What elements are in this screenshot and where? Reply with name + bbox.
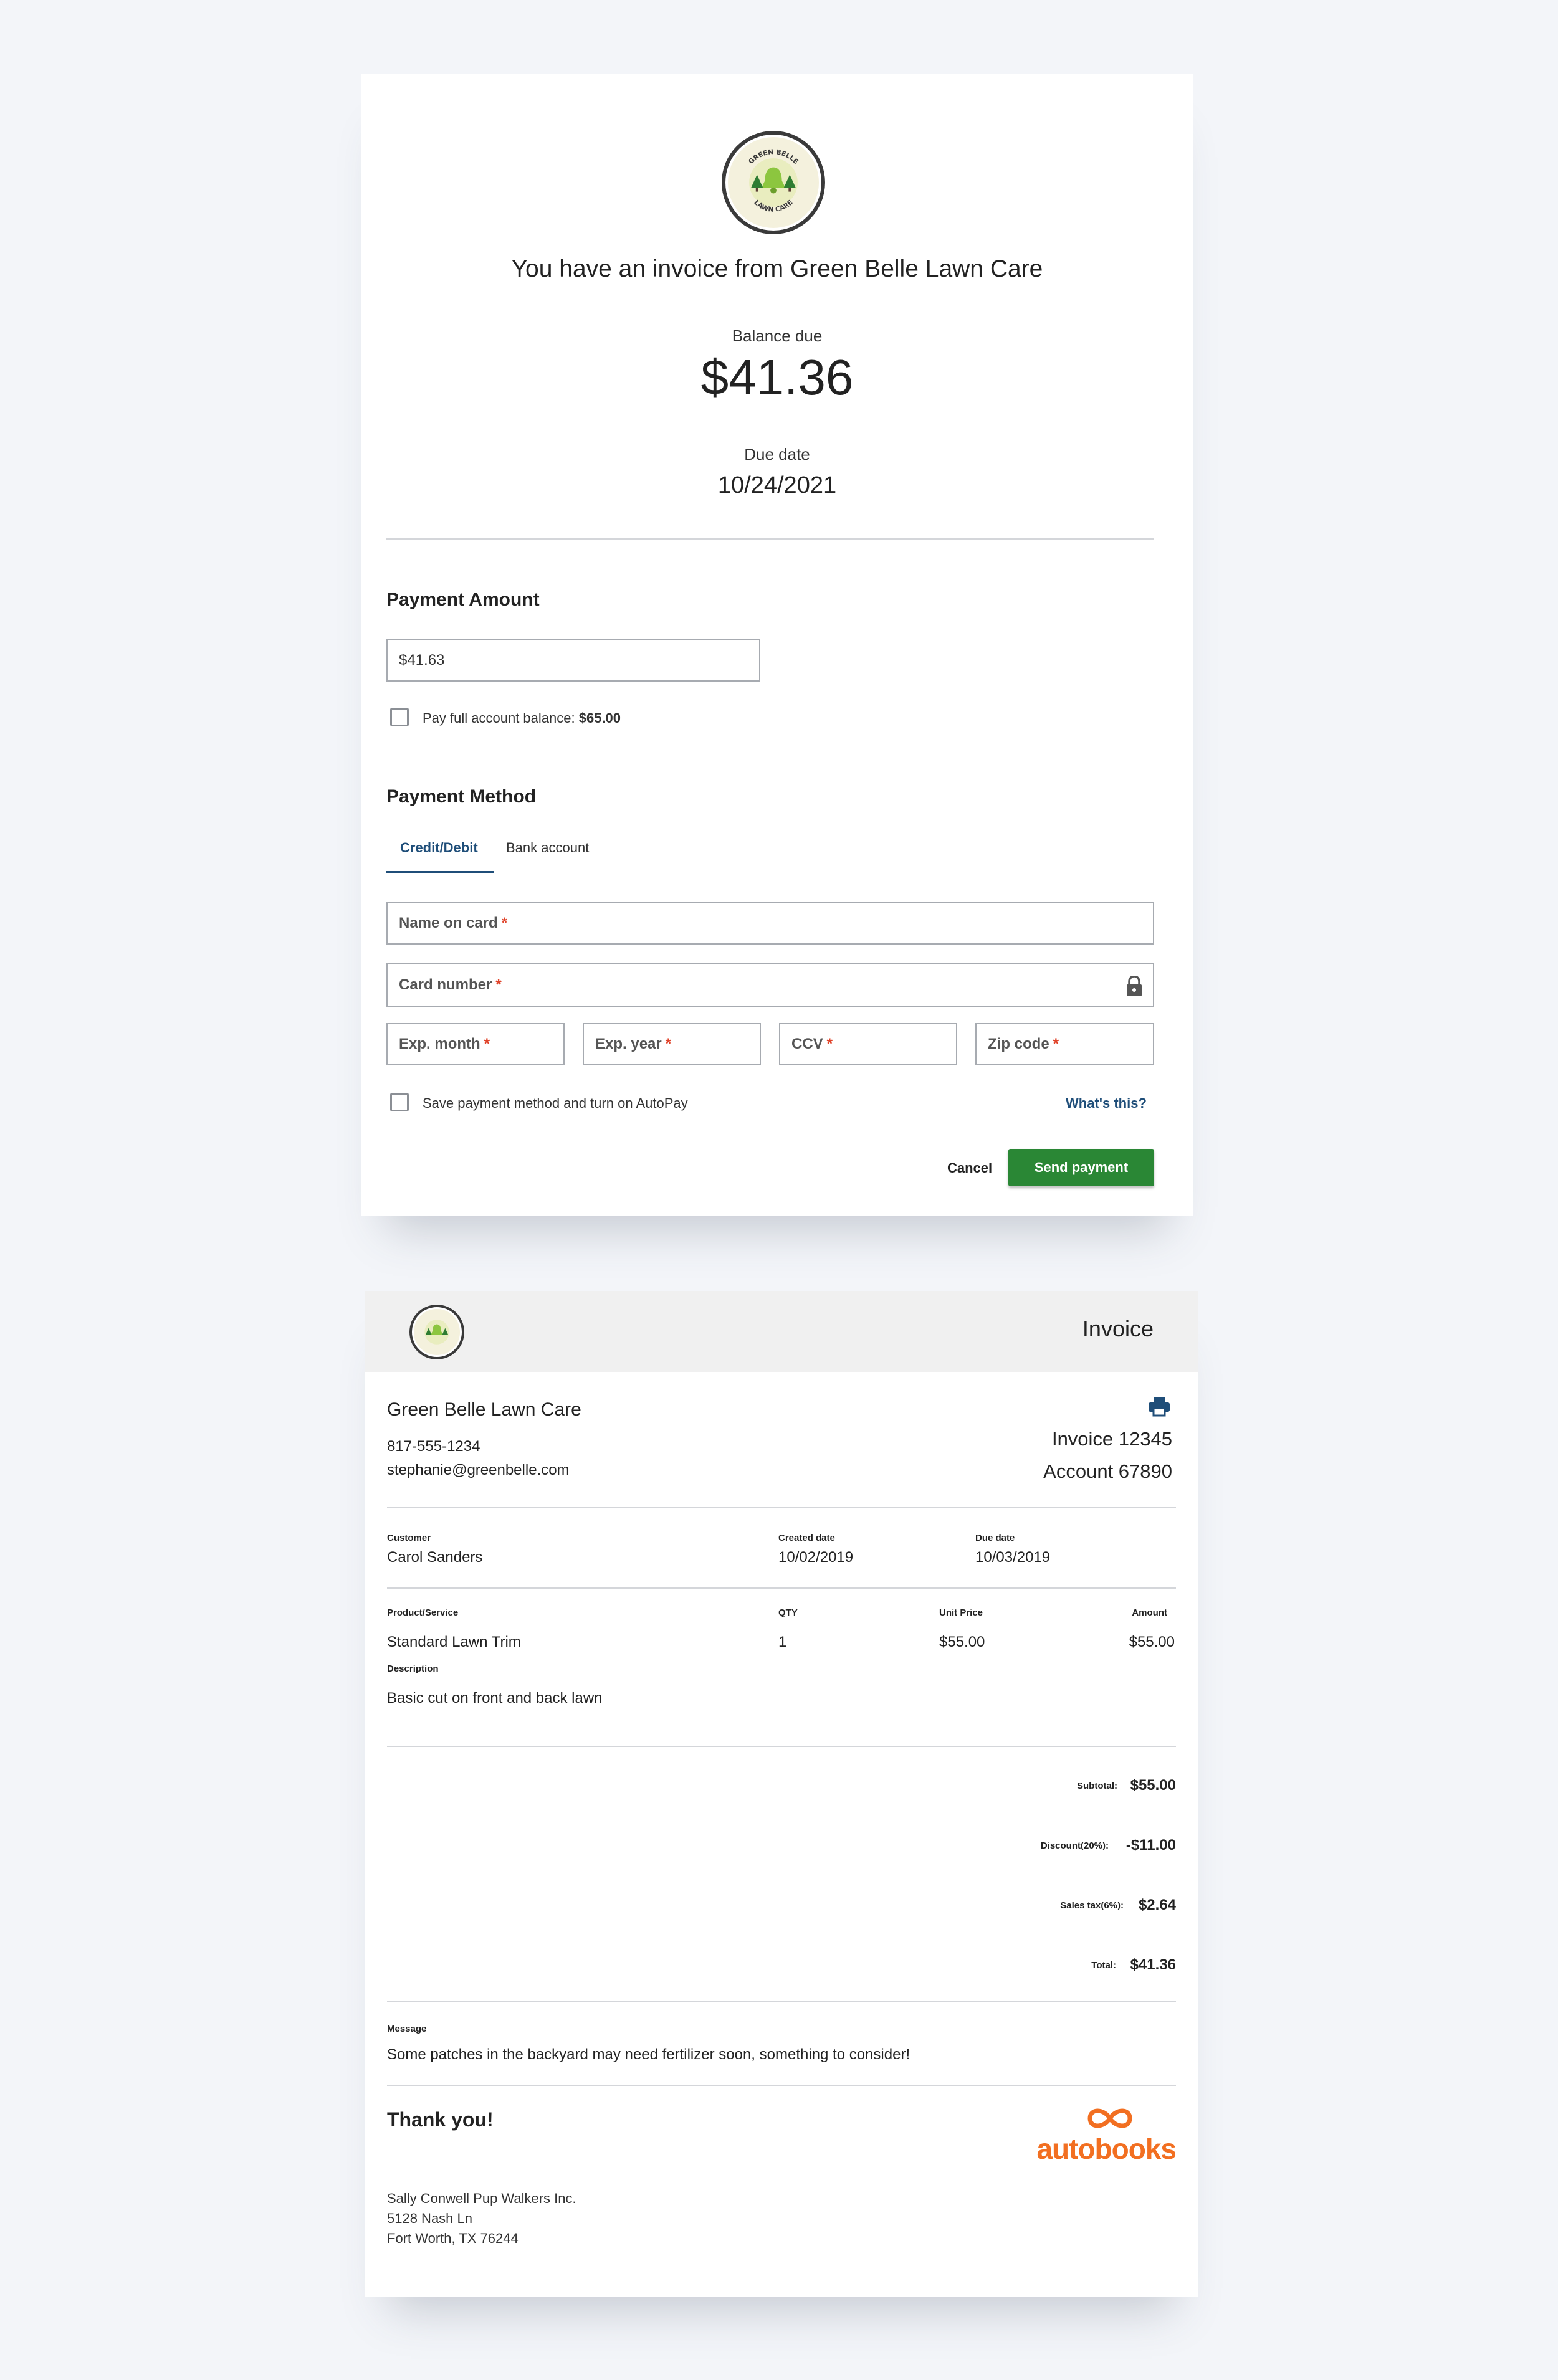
company-logo: GREEN BELLE LAWN CARE bbox=[722, 131, 825, 234]
pay-full-balance-text: Pay full account balance: bbox=[423, 710, 575, 726]
divider bbox=[387, 1587, 1176, 1589]
tab-credit-debit[interactable]: Credit/Debit bbox=[400, 840, 478, 856]
sales-tax-label: Sales tax(6%): bbox=[1060, 1900, 1124, 1911]
total-value: $41.36 bbox=[1130, 1956, 1176, 1973]
unit-price-header: Unit Price bbox=[939, 1607, 983, 1618]
exp-year-label: Exp. year bbox=[595, 1035, 662, 1052]
balance-value: $41.36 bbox=[700, 350, 854, 405]
ccv-label: CCV bbox=[791, 1035, 823, 1052]
company-name: Green Belle Lawn Care bbox=[387, 1399, 581, 1420]
subtotal-value: $55.00 bbox=[1130, 1777, 1176, 1794]
bell-logo-icon bbox=[424, 1320, 449, 1345]
invoice-title: Invoice bbox=[1082, 1316, 1154, 1341]
invoice-header: Invoice bbox=[365, 1291, 1198, 1372]
company-phone: 817-555-1234 bbox=[387, 1438, 480, 1455]
pay-full-balance-checkbox[interactable] bbox=[390, 708, 409, 726]
payment-method-title: Payment Method bbox=[386, 786, 537, 807]
card-number-field[interactable]: Card number * bbox=[386, 963, 1154, 1007]
invoice-number: Invoice 12345 bbox=[1051, 1428, 1172, 1450]
amount-header: Amount bbox=[1132, 1607, 1167, 1618]
name-on-card-label: Name on card bbox=[399, 915, 498, 931]
name-on-card-field[interactable]: Name on card * bbox=[386, 902, 1154, 945]
autobooks-logo-icon bbox=[1087, 2108, 1132, 2128]
amount-cell: $55.00 bbox=[1129, 1634, 1175, 1650]
zip-code-field[interactable]: Zip code * bbox=[975, 1023, 1154, 1065]
exp-year-field[interactable]: Exp. year * bbox=[583, 1023, 761, 1065]
required-mark: * bbox=[495, 976, 502, 993]
product-header: Product/Service bbox=[387, 1607, 459, 1618]
company-email: stephanie@greenbelle.com bbox=[387, 1462, 570, 1478]
payment-amount-input[interactable]: $41.63 bbox=[386, 639, 760, 682]
total-label: Total: bbox=[1091, 1960, 1116, 1971]
full-balance-amount: $65.00 bbox=[578, 710, 621, 726]
invoice-heading: You have an invoice from Green Belle Law… bbox=[511, 255, 1043, 282]
divider bbox=[386, 538, 1154, 540]
required-mark: * bbox=[665, 1035, 672, 1052]
product-cell: Standard Lawn Trim bbox=[387, 1634, 521, 1650]
lock-icon bbox=[1127, 976, 1142, 996]
zip-code-label: Zip code bbox=[988, 1035, 1049, 1052]
sales-tax-value: $2.64 bbox=[1138, 1897, 1176, 1913]
customer-value: Carol Sanders bbox=[387, 1549, 483, 1566]
thank-you-text: Thank you! bbox=[387, 2108, 494, 2131]
exp-month-field[interactable]: Exp. month * bbox=[386, 1023, 565, 1065]
address-line: Fort Worth, TX 76244 bbox=[387, 2230, 519, 2246]
card-number-label: Card number bbox=[399, 976, 492, 993]
qty-cell: 1 bbox=[778, 1634, 787, 1650]
required-mark: * bbox=[484, 1035, 490, 1052]
pay-full-balance-label: Pay full account balance: $65.00 bbox=[423, 710, 621, 726]
divider bbox=[387, 2001, 1176, 2002]
account-number: Account 67890 bbox=[1043, 1460, 1172, 1482]
due-date-label: Due date bbox=[975, 1533, 1015, 1543]
message-label: Message bbox=[387, 2024, 427, 2034]
ccv-field[interactable]: CCV * bbox=[779, 1023, 957, 1065]
address-line: 5128 Nash Ln bbox=[387, 2211, 472, 2226]
divider bbox=[387, 1507, 1176, 1508]
bell-logo-icon: GREEN BELLE LAWN CARE bbox=[747, 148, 800, 214]
divider bbox=[387, 2085, 1176, 2086]
qty-header: QTY bbox=[778, 1607, 798, 1618]
tab-bank-account[interactable]: Bank account bbox=[506, 840, 589, 856]
address-line: Sally Conwell Pup Walkers Inc. bbox=[387, 2191, 576, 2206]
required-mark: * bbox=[501, 915, 508, 931]
tab-active-indicator bbox=[386, 871, 494, 873]
print-icon[interactable] bbox=[1149, 1397, 1170, 1417]
required-mark: * bbox=[1053, 1035, 1059, 1052]
invoice-logo bbox=[409, 1305, 464, 1359]
subtotal-label: Subtotal: bbox=[1077, 1781, 1117, 1791]
payment-card: GREEN BELLE LAWN CARE You have an invoic… bbox=[361, 74, 1193, 1216]
whats-this-link[interactable]: What's this? bbox=[1066, 1095, 1147, 1111]
discount-value: -$11.00 bbox=[1125, 1837, 1176, 1854]
due-date-value: 10/03/2019 bbox=[975, 1549, 1051, 1566]
description-value: Basic cut on front and back lawn bbox=[387, 1690, 603, 1706]
autopay-label: Save payment method and turn on AutoPay bbox=[423, 1095, 688, 1111]
created-date-value: 10/02/2019 bbox=[778, 1549, 854, 1566]
cancel-button[interactable]: Cancel bbox=[947, 1160, 992, 1176]
exp-month-label: Exp. month bbox=[399, 1035, 480, 1052]
autopay-checkbox[interactable] bbox=[390, 1093, 409, 1111]
due-date-value: 10/24/2021 bbox=[717, 472, 837, 498]
send-payment-button[interactable]: Send payment bbox=[1008, 1149, 1154, 1186]
balance-label: Balance due bbox=[732, 326, 823, 345]
discount-label: Discount(20%): bbox=[1040, 1840, 1109, 1851]
customer-label: Customer bbox=[387, 1533, 431, 1543]
description-label: Description bbox=[387, 1664, 439, 1674]
due-date-label: Due date bbox=[744, 445, 810, 464]
invoice-card: Invoice Green Belle Lawn Care 817-555-12… bbox=[365, 1291, 1198, 2297]
brand-wordmark: autobooks bbox=[1036, 2133, 1177, 2165]
required-mark: * bbox=[826, 1035, 833, 1052]
created-date-label: Created date bbox=[778, 1533, 835, 1543]
unit-price-cell: $55.00 bbox=[939, 1634, 985, 1650]
divider bbox=[387, 1746, 1176, 1747]
payment-amount-title: Payment Amount bbox=[386, 589, 540, 610]
message-value: Some patches in the backyard may need fe… bbox=[387, 2046, 910, 2063]
